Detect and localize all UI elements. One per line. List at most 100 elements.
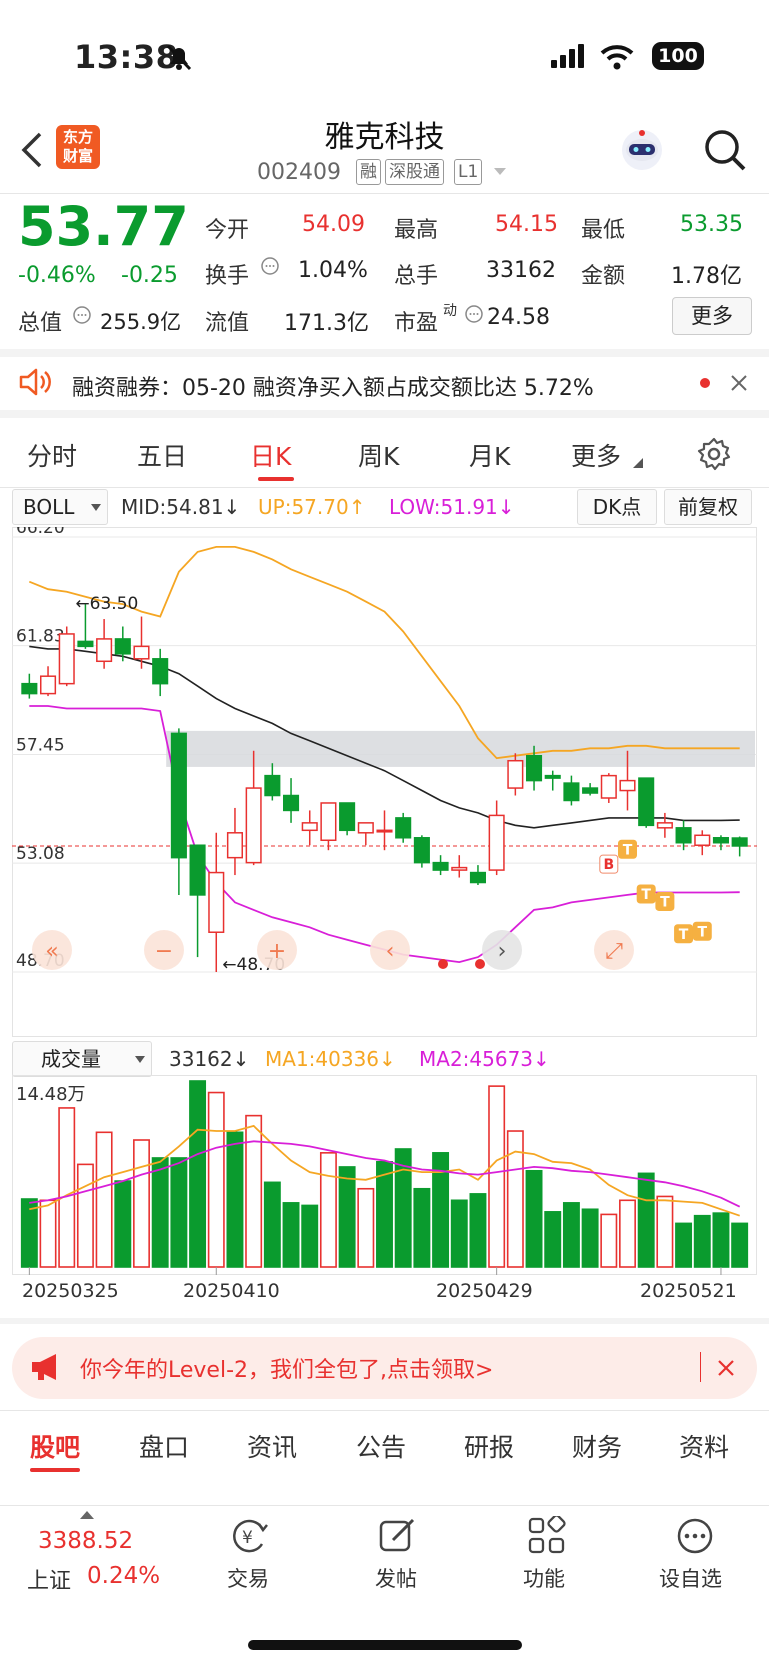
candle (21, 673, 38, 699)
indicator-select[interactable]: BOLL (12, 489, 108, 525)
dropdown-arrow-icon[interactable] (493, 167, 507, 177)
search-icon[interactable] (703, 128, 747, 172)
volume-indicator-select[interactable]: 成交量 (12, 1041, 152, 1077)
kline-chart[interactable]: 66.2061.8357.4553.0848.70←63.50←48.70BTT… (12, 527, 757, 1037)
info-icon[interactable] (464, 304, 484, 324)
volume-bar (525, 1169, 543, 1268)
candle-body (320, 802, 337, 842)
pe-value: 24.58 (487, 305, 550, 330)
promo-text[interactable]: 你今年的Level-2，我们全包了,点击领取> (80, 1352, 493, 1384)
tab-monthly-k[interactable]: 月K (469, 437, 510, 473)
candle-body (600, 774, 617, 799)
candle-body (432, 861, 449, 871)
tab-more[interactable]: 更多 (571, 437, 621, 473)
volume-bar (450, 1199, 468, 1268)
candle (357, 822, 374, 846)
margin-tag: 融 (356, 159, 381, 185)
trade-signal-marker: B (599, 854, 619, 874)
zoom-in-button[interactable]: + (257, 930, 297, 970)
nav-add-watchlist[interactable]: 设自选 (659, 1563, 722, 1593)
candle (451, 855, 468, 878)
connect-tag: 深股通 (385, 159, 444, 185)
candle (58, 626, 75, 687)
collapse-up-icon[interactable] (80, 1510, 94, 1520)
pe-superscript: 动 (443, 303, 457, 319)
index-value[interactable]: 3388.52 (38, 1528, 133, 1554)
tab-daily-k[interactable]: 日K (250, 437, 291, 473)
volume-bar (469, 1193, 487, 1268)
volume-bar (58, 1107, 76, 1268)
tab-weekly-k[interactable]: 周K (358, 437, 399, 473)
fullscreen-button[interactable]: ⤢ (594, 930, 634, 970)
volume-value: 33162 (486, 258, 556, 283)
more-button[interactable]: 更多 (672, 297, 752, 335)
nav-functions[interactable]: 功能 (523, 1563, 565, 1593)
market-cap-label: 总值 (18, 311, 63, 336)
scroll-left-fast-button[interactable]: « (32, 930, 72, 970)
candle-body (58, 633, 75, 685)
more-dots-icon[interactable] (675, 1516, 715, 1556)
scroll-right-button[interactable]: › (482, 930, 522, 970)
tab-intraday[interactable]: 分时 (27, 437, 77, 473)
dk-point-button[interactable]: DK点 (577, 489, 657, 525)
trade-yuan-icon[interactable]: ¥ (229, 1516, 269, 1556)
volume-bar (637, 1172, 655, 1268)
tab-profile[interactable]: 资料 (679, 1428, 729, 1464)
trade-signal-marker: T (655, 891, 675, 911)
divider (700, 1352, 701, 1382)
candle (339, 802, 356, 836)
zoom-out-button[interactable]: − (144, 930, 184, 970)
volume-bar (619, 1199, 636, 1268)
candle (413, 835, 430, 868)
control-glyph: ⤢ (605, 939, 623, 964)
volume-chart[interactable] (12, 1075, 757, 1275)
tab-news[interactable]: 资讯 (247, 1428, 297, 1464)
volume-bar (151, 1157, 169, 1268)
volume-bar (693, 1214, 711, 1268)
candle (395, 812, 412, 843)
info-icon[interactable] (72, 305, 92, 325)
info-icon[interactable] (260, 256, 280, 276)
compose-post-icon[interactable] (378, 1516, 418, 1556)
tab-research[interactable]: 研报 (464, 1428, 514, 1464)
close-icon[interactable] (716, 1358, 736, 1378)
candle (245, 750, 262, 866)
volume-bar (357, 1187, 375, 1268)
tab-five-day[interactable]: 五日 (137, 437, 187, 473)
settings-gear-icon[interactable] (697, 437, 731, 471)
tab-order-book[interactable]: 盘口 (139, 1428, 189, 1464)
candle-body (339, 802, 356, 832)
news-ticker[interactable]: 融资融券：05-20 融资净买入额占成交额比达 5.72% (72, 370, 594, 402)
boll-low: LOW:51.91↓ (389, 495, 515, 519)
candle (638, 777, 655, 828)
volume-bar (114, 1180, 132, 1268)
tab-announcements[interactable]: 公告 (356, 1428, 406, 1464)
scroll-left-button[interactable]: ‹ (370, 930, 410, 970)
candle (469, 865, 487, 885)
candle-body (376, 829, 393, 833)
max-price-annotation: ←63.50 (75, 594, 138, 614)
dropdown-arrow-icon (633, 458, 643, 468)
x-tick-label: 20250410 (183, 1280, 280, 1302)
tab-financials[interactable]: 财务 (572, 1428, 622, 1464)
adjust-button[interactable]: 前复权 (664, 489, 752, 525)
tab-forum[interactable]: 股吧 (30, 1428, 80, 1464)
close-icon[interactable] (729, 373, 749, 393)
nav-post[interactable]: 发帖 (375, 1563, 417, 1593)
battery-indicator: 100 (652, 42, 704, 70)
candle-body (395, 817, 412, 839)
volume-bar (656, 1195, 674, 1268)
candle-body (675, 827, 692, 844)
turnover-label: 换手 (205, 264, 250, 289)
candle-body (77, 640, 94, 648)
robot-assistant-icon[interactable] (618, 126, 666, 174)
nav-trade[interactable]: 交易 (227, 1563, 269, 1593)
candle-body (469, 871, 487, 884)
functions-grid-icon[interactable] (527, 1516, 567, 1556)
marker-letter: T (697, 924, 707, 940)
trade-signal-marker: T (618, 839, 637, 859)
index-change[interactable]: 0.24% (87, 1563, 160, 1589)
candle-body (152, 658, 169, 685)
candle-body (694, 834, 711, 846)
index-name[interactable]: 上证 (27, 1563, 71, 1595)
